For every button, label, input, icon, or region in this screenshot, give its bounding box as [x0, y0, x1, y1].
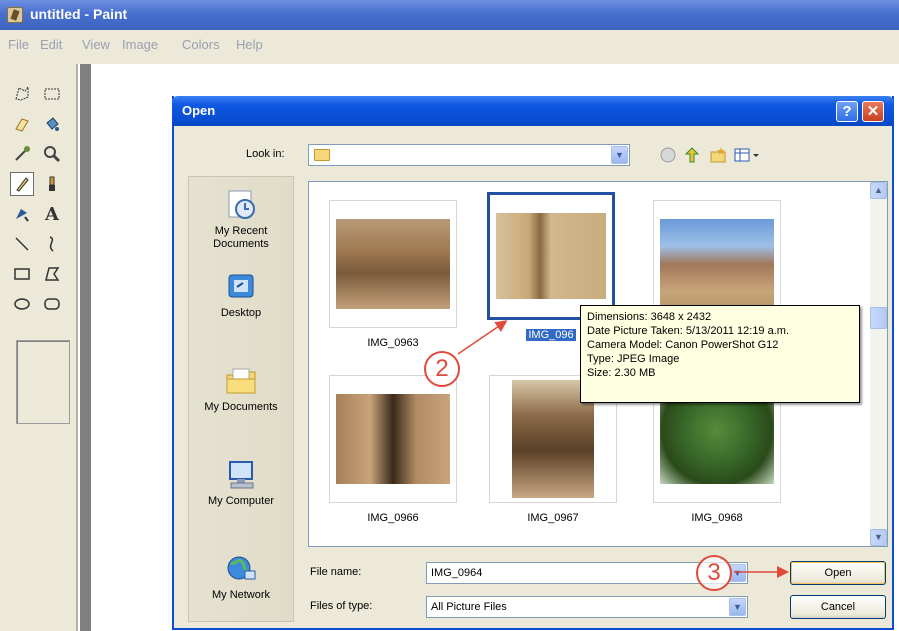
places-bar: My Recent Documents Desktop My Documents… — [188, 176, 294, 622]
line-icon[interactable] — [10, 232, 34, 256]
views-menu-icon[interactable] — [732, 145, 762, 165]
menu-view[interactable]: View — [82, 37, 110, 52]
file-thumbnail[interactable]: IMG_0963 — [329, 200, 457, 349]
menu-file[interactable]: File — [8, 37, 29, 52]
window-title: untitled - Paint — [30, 6, 128, 22]
file-name-label: IMG_0963 — [367, 337, 419, 349]
scroll-thumb[interactable] — [870, 307, 887, 329]
file-name-label: IMG_096 — [526, 329, 576, 341]
my-network-icon — [223, 553, 259, 585]
place-my-recent-documents[interactable]: My Recent Documents — [189, 189, 293, 251]
polygon-icon[interactable] — [40, 262, 64, 286]
look-in-dropdown[interactable]: ▼ — [308, 144, 630, 166]
tooltip-type: Type: JPEG Image — [587, 353, 680, 365]
ellipse-icon[interactable] — [10, 292, 34, 316]
files-of-type-label: Files of type: — [310, 600, 373, 612]
file-name-label: IMG_0966 — [367, 512, 419, 524]
scroll-down-icon[interactable]: ▼ — [870, 529, 887, 546]
file-thumbnail-selected[interactable]: IMG_096 — [487, 192, 615, 341]
eraser-icon[interactable] — [10, 112, 34, 136]
close-button[interactable]: ✕ — [862, 101, 884, 122]
place-my-network[interactable]: My Network — [189, 553, 293, 602]
paint-app-icon — [7, 7, 23, 23]
curve-icon[interactable] — [40, 232, 64, 256]
cancel-button[interactable]: Cancel — [790, 595, 886, 619]
paint-titlebar: untitled - Paint — [0, 0, 899, 30]
place-label: My Computer — [207, 495, 275, 507]
up-folder-icon[interactable] — [682, 145, 702, 165]
step-2-annotation: 2 — [424, 351, 460, 387]
tooltip-date-taken: Date Picture Taken: 5/13/2011 12:19 a.m. — [587, 325, 790, 337]
file-name-label: IMG_0968 — [691, 512, 743, 524]
place-desktop[interactable]: Desktop — [189, 271, 293, 320]
rounded-rectangle-icon[interactable] — [40, 292, 64, 316]
dialog-titlebar: Open ? ✕ — [172, 96, 894, 126]
step-3-annotation: 3 — [696, 555, 732, 591]
rectangle-icon[interactable] — [10, 262, 34, 286]
tooltip-camera-model: Camera Model: Canon PowerShot G12 — [587, 339, 779, 351]
help-button[interactable]: ? — [836, 101, 858, 122]
vertical-scrollbar[interactable]: ▲ ▼ — [870, 182, 887, 546]
photo-thumbnail — [336, 394, 450, 484]
back-icon[interactable] — [658, 145, 678, 165]
text-icon[interactable]: A — [40, 202, 64, 226]
scroll-up-icon[interactable]: ▲ — [870, 182, 887, 199]
place-label: Desktop — [220, 307, 262, 319]
brush-icon[interactable] — [40, 172, 64, 196]
menu-image[interactable]: Image — [122, 37, 158, 52]
photo-thumbnail — [660, 219, 774, 309]
place-label: My Documents — [204, 401, 278, 413]
photo-thumbnail — [336, 219, 450, 309]
file-name-label: IMG_0967 — [527, 512, 579, 524]
tool-options-box[interactable] — [16, 340, 70, 424]
menu-edit[interactable]: Edit — [40, 37, 62, 52]
fill-icon[interactable] — [40, 112, 64, 136]
file-name-label: File name: — [310, 566, 362, 578]
menu-colors[interactable]: Colors — [182, 37, 220, 52]
place-my-computer[interactable]: My Computer — [189, 459, 293, 508]
my-computer-icon — [223, 459, 259, 491]
photo-thumbnail — [496, 213, 606, 299]
dialog-title: Open — [182, 103, 216, 118]
menu-bar: File Edit View Image Colors Help — [0, 30, 899, 64]
airbrush-icon[interactable] — [10, 202, 34, 226]
open-button[interactable]: Open — [790, 561, 886, 585]
menu-help[interactable]: Help — [236, 37, 263, 52]
place-label: My Recent Documents — [213, 225, 269, 250]
my-documents-icon — [223, 365, 259, 397]
tooltip-size: Size: 2.30 MB — [587, 367, 656, 379]
tool-box: A — [0, 64, 78, 631]
desktop-icon — [223, 271, 259, 303]
folder-icon — [314, 149, 330, 161]
files-of-type-dropdown[interactable]: All Picture Files — [426, 596, 748, 618]
file-info-tooltip: Dimensions: 3648 x 2432 Date Picture Tak… — [580, 305, 860, 403]
tooltip-dimensions: Dimensions: 3648 x 2432 — [587, 311, 712, 323]
magnifier-icon[interactable] — [40, 142, 64, 166]
look-in-label: Look in: — [246, 148, 285, 160]
pick-color-icon[interactable] — [10, 142, 34, 166]
place-label: My Network — [211, 589, 271, 601]
recent-documents-icon — [223, 189, 259, 221]
chevron-down-icon[interactable]: ▼ — [611, 146, 628, 164]
chevron-down-icon[interactable]: ▼ — [729, 598, 746, 616]
new-folder-icon[interactable] — [708, 145, 728, 165]
place-my-documents[interactable]: My Documents — [189, 365, 293, 414]
free-form-select-icon[interactable] — [10, 82, 34, 106]
photo-thumbnail — [660, 394, 774, 484]
rectangle-select-icon[interactable] — [40, 82, 64, 106]
file-thumbnail[interactable]: IMG_0966 — [329, 375, 457, 524]
pencil-icon[interactable] — [10, 172, 34, 196]
